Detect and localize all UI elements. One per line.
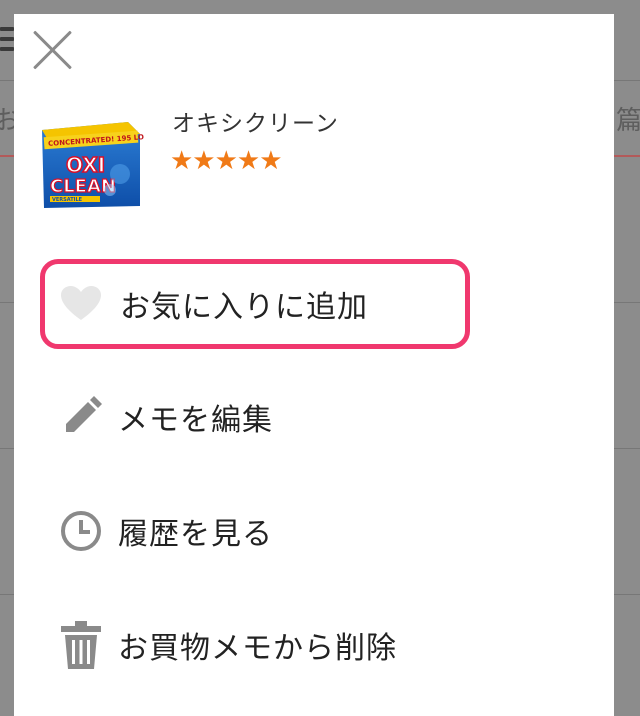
pencil-icon — [60, 396, 102, 438]
trash-icon — [60, 621, 102, 669]
svg-text:VERSATILE: VERSATILE — [52, 197, 83, 203]
clock-icon — [60, 510, 102, 552]
view-history-label: 履歴を見る — [118, 517, 273, 552]
product-rating-stars: ★★★★★ — [170, 146, 283, 176]
view-history-button[interactable]: 履歴を見る — [40, 486, 470, 576]
product-action-sheet: CONCENTRATED! 195 LOADS OXI CLEAN VERSAT… — [14, 14, 614, 716]
add-favorite-label: お気に入りに追加 — [120, 290, 368, 325]
close-button[interactable] — [30, 28, 74, 72]
delete-from-memo-button[interactable]: お買物メモから削除 — [40, 600, 470, 690]
svg-text:OXI: OXI — [66, 153, 105, 177]
delete-from-memo-label: お買物メモから削除 — [118, 631, 397, 666]
heart-icon — [60, 283, 102, 325]
background-text: 篇 — [616, 106, 640, 136]
edit-memo-button[interactable]: メモを編集 — [40, 372, 470, 462]
product-thumbnail: CONCENTRATED! 195 LOADS OXI CLEAN VERSAT… — [36, 112, 160, 212]
add-favorite-button[interactable]: お気に入りに追加 — [40, 259, 470, 349]
menu-icon — [0, 27, 14, 53]
product-name: オキシクリーン — [172, 111, 339, 137]
edit-memo-label: メモを編集 — [118, 403, 273, 438]
